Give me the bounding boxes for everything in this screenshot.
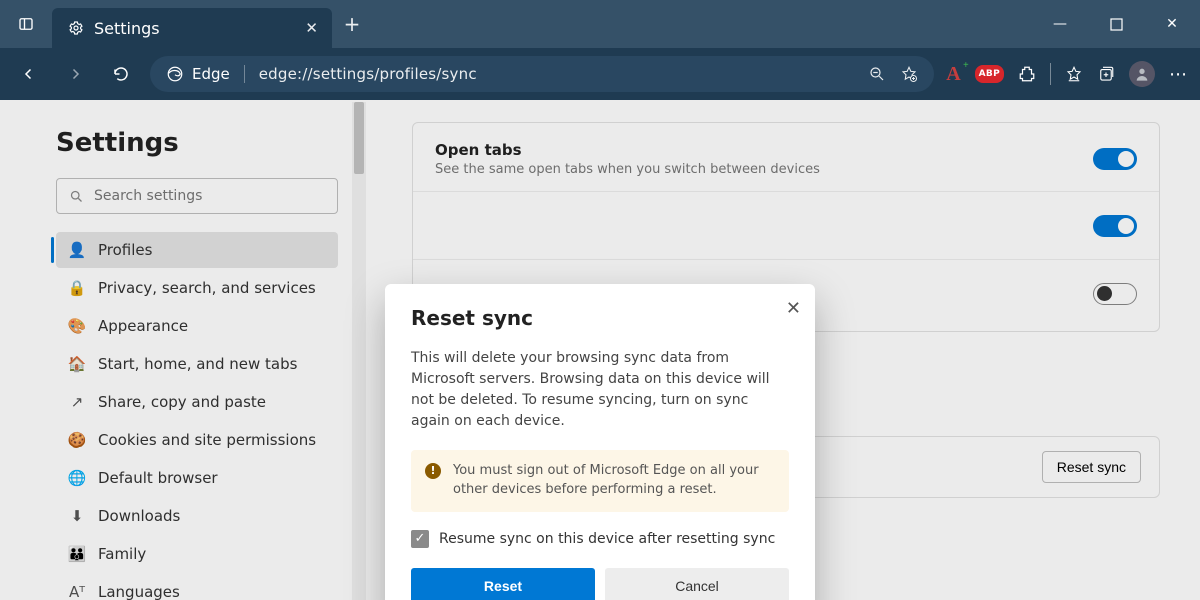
new-tab-button[interactable]: +: [332, 12, 372, 36]
profile-avatar[interactable]: [1129, 61, 1155, 87]
resume-sync-checkbox[interactable]: ✓ Resume sync on this device after reset…: [411, 530, 789, 548]
browser-toolbar: Edge edge://settings/profiles/sync A ABP…: [0, 48, 1200, 100]
back-button[interactable]: [12, 57, 46, 91]
extension-a-icon[interactable]: A: [946, 63, 960, 86]
edge-site-badge: Edge: [166, 65, 230, 83]
titlebar: Settings ✕ + — ✕: [0, 0, 1200, 48]
extensions-area: A ABP ⋯: [946, 61, 1188, 87]
edge-label: Edge: [192, 65, 230, 83]
gear-icon: [68, 20, 84, 36]
address-bar[interactable]: Edge edge://settings/profiles/sync: [150, 56, 934, 92]
dialog-buttons: Reset Cancel: [411, 568, 789, 600]
dialog-warning: ! You must sign out of Microsoft Edge on…: [411, 450, 789, 512]
checkbox-checked-icon: ✓: [411, 530, 429, 548]
window-controls: — ✕: [1032, 3, 1200, 45]
collections-button[interactable]: [1097, 65, 1115, 83]
modal-overlay: ✕ Reset sync This will delete your brows…: [0, 100, 1200, 600]
minimize-button[interactable]: —: [1032, 3, 1088, 45]
refresh-button[interactable]: [104, 57, 138, 91]
dialog-title: Reset sync: [411, 306, 789, 330]
browser-tab[interactable]: Settings ✕: [52, 8, 332, 48]
more-menu-button[interactable]: ⋯: [1169, 64, 1188, 85]
dialog-description: This will delete your browsing sync data…: [411, 348, 789, 432]
tab-title: Settings: [94, 19, 160, 38]
favorite-add-icon[interactable]: [900, 65, 918, 83]
checkbox-label: Resume sync on this device after resetti…: [439, 531, 775, 547]
reset-sync-dialog: ✕ Reset sync This will delete your brows…: [385, 284, 815, 600]
maximize-button[interactable]: [1088, 3, 1144, 45]
cancel-button[interactable]: Cancel: [605, 568, 789, 600]
dialog-close-button[interactable]: ✕: [786, 298, 801, 319]
forward-button[interactable]: [58, 57, 92, 91]
extensions-button[interactable]: [1018, 65, 1036, 83]
warning-text: You must sign out of Microsoft Edge on a…: [453, 462, 775, 500]
zoom-out-icon[interactable]: [868, 65, 886, 83]
divider: [244, 65, 245, 83]
warning-icon: !: [425, 463, 441, 479]
url-text: edge://settings/profiles/sync: [259, 65, 477, 83]
tab-actions-button[interactable]: [0, 0, 52, 48]
edge-logo-icon: [166, 65, 184, 83]
reset-confirm-button[interactable]: Reset: [411, 568, 595, 600]
settings-page: Settings Search settings 👤Profiles🔒Priva…: [0, 100, 1200, 600]
extension-abp-icon[interactable]: ABP: [975, 65, 1004, 83]
divider: [1050, 63, 1051, 85]
close-tab-button[interactable]: ✕: [305, 19, 318, 37]
close-window-button[interactable]: ✕: [1144, 3, 1200, 45]
favorites-button[interactable]: [1065, 65, 1083, 83]
